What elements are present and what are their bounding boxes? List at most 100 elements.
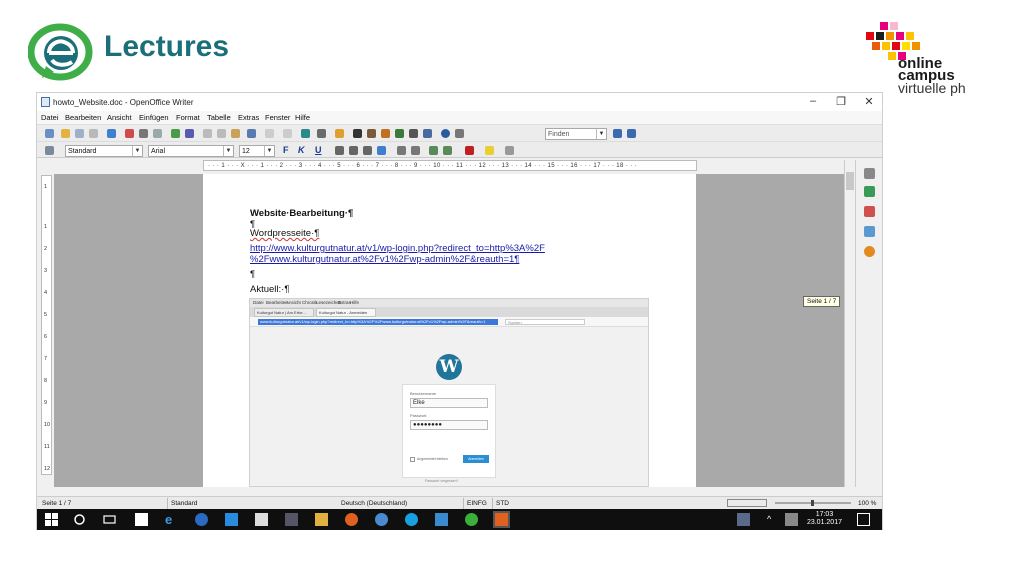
status-style[interactable]: Standard (171, 500, 197, 507)
menu-bearbeiten[interactable]: Bearbeiten (65, 113, 101, 122)
doc-link-line-1[interactable]: http://www.kulturgutnatur.at/v1/wp-login… (250, 243, 545, 254)
menu-ansicht[interactable]: Ansicht (107, 113, 132, 122)
properties-icon[interactable] (864, 186, 875, 197)
open-icon[interactable] (61, 129, 70, 138)
zoom-level[interactable]: 100 % (858, 500, 876, 507)
menu-tabelle[interactable]: Tabelle (207, 113, 231, 122)
navigator-icon[interactable] (367, 129, 376, 138)
menu-fenster[interactable]: Fenster (265, 113, 290, 122)
find-next-icon[interactable] (613, 129, 622, 138)
chevron-down-icon[interactable]: ▼ (132, 146, 142, 156)
app-icon[interactable] (285, 513, 298, 526)
redo-icon[interactable] (283, 129, 292, 138)
edge-icon[interactable]: e (165, 513, 178, 526)
clone-format-icon[interactable] (247, 129, 256, 138)
print-preview-icon[interactable] (153, 129, 162, 138)
menu-extras[interactable]: Extras (238, 113, 259, 122)
justify-icon[interactable] (377, 146, 386, 155)
underline-button[interactable]: U (315, 145, 322, 155)
background-color-icon[interactable] (505, 146, 514, 155)
save-icon[interactable] (75, 129, 84, 138)
chevron-down-icon[interactable]: ▼ (223, 146, 233, 156)
paragraph-style-select[interactable]: Standard ▼ (65, 145, 143, 157)
store-icon[interactable] (255, 513, 268, 526)
cut-icon[interactable] (203, 129, 212, 138)
windows-start-icon[interactable] (45, 513, 58, 526)
decrease-indent-icon[interactable] (429, 146, 438, 155)
print-icon[interactable] (139, 129, 148, 138)
minimize-button[interactable]: – (803, 95, 823, 107)
copy-icon[interactable] (217, 129, 226, 138)
embedded-browser-screenshot[interactable]: Datei Bearbeiten Ansicht Chronik Lesezei… (249, 298, 649, 487)
status-page[interactable]: Seite 1 / 7 (42, 500, 71, 507)
hyperlink-icon[interactable] (301, 129, 310, 138)
document-page[interactable]: Website·Bearbeitung·¶ ¶ Wordpresseite·¶ … (203, 174, 696, 487)
align-left-icon[interactable] (335, 146, 344, 155)
doc-link-line-2[interactable]: %2Fwww.kulturgutnatur.at%2Fv1%2Fwp-admin… (250, 254, 519, 265)
view-layout-icon[interactable] (727, 499, 767, 507)
font-name-select[interactable]: Arial ▼ (148, 145, 234, 157)
doc-aktuell[interactable]: Aktuell:·¶ (250, 284, 289, 295)
scrollbar-thumb[interactable] (846, 172, 854, 190)
task-view-icon[interactable] (103, 513, 116, 526)
find-replace-icon[interactable] (353, 129, 362, 138)
undo-icon[interactable] (265, 129, 274, 138)
status-selection-mode[interactable]: STD (496, 500, 509, 507)
zoom-slider[interactable] (773, 499, 853, 507)
email-icon[interactable] (89, 129, 98, 138)
numbering-icon[interactable] (397, 146, 406, 155)
network-icon[interactable] (785, 513, 798, 526)
find-input[interactable]: Finden ▼ (545, 128, 607, 140)
autospell-icon[interactable] (185, 129, 194, 138)
sidebar-menu-icon[interactable] (864, 168, 875, 179)
app-icon[interactable] (465, 513, 478, 526)
formatting-marks-icon[interactable] (409, 129, 418, 138)
menu-datei[interactable]: Datei (41, 113, 59, 122)
notification-icon[interactable] (857, 513, 870, 526)
draw-functions-icon[interactable] (335, 129, 344, 138)
vertical-scrollbar[interactable] (844, 160, 855, 487)
file-icon[interactable] (135, 513, 148, 526)
search-icon[interactable] (73, 513, 86, 526)
align-right-icon[interactable] (363, 146, 372, 155)
doc-heading[interactable]: Website·Bearbeitung·¶ (250, 208, 353, 219)
bold-button[interactable]: F (283, 145, 289, 155)
chevron-up-icon[interactable]: ^ (767, 513, 780, 526)
increase-indent-icon[interactable] (443, 146, 452, 155)
maximize-button[interactable]: ❐ (831, 95, 851, 108)
paste-icon[interactable] (231, 129, 240, 138)
chevron-down-icon[interactable]: ▼ (264, 146, 274, 156)
styles-icon[interactable] (45, 146, 54, 155)
gallery-icon[interactable] (381, 129, 390, 138)
chevron-down-icon[interactable]: ▼ (596, 129, 606, 139)
menu-format[interactable]: Format (176, 113, 200, 122)
horizontal-ruler[interactable]: · · · 1 · · · X · · · 1 · · · 2 · · · 3 … (203, 160, 697, 171)
doc-wordpress-line[interactable]: Wordpresseite·¶ (250, 228, 319, 239)
clock[interactable]: 17:03 23.01.2017 (807, 511, 842, 527)
doc-pilcrow[interactable]: ¶ (250, 269, 255, 280)
openoffice-writer-icon[interactable] (493, 511, 510, 528)
font-size-select[interactable]: 12 ▼ (239, 145, 275, 157)
firefox-icon[interactable] (345, 513, 358, 526)
new-doc-icon[interactable] (45, 129, 54, 138)
gallery-panel-icon[interactable] (864, 226, 875, 237)
data-sources-icon[interactable] (395, 129, 404, 138)
folder-icon[interactable] (315, 513, 328, 526)
styles-panel-icon[interactable] (864, 206, 875, 217)
help-icon[interactable] (441, 129, 450, 138)
spellcheck-icon[interactable] (171, 129, 180, 138)
toolbar-options-icon[interactable] (455, 129, 464, 138)
highlight-icon[interactable] (485, 146, 494, 155)
font-color-icon[interactable] (465, 146, 474, 155)
tray-icon[interactable] (737, 513, 750, 526)
align-center-icon[interactable] (349, 146, 358, 155)
table-icon[interactable] (317, 129, 326, 138)
find-previous-icon[interactable] (627, 129, 636, 138)
zoom-icon[interactable] (423, 129, 432, 138)
dropbox-icon[interactable] (225, 513, 238, 526)
skype-icon[interactable] (405, 513, 418, 526)
status-language[interactable]: Deutsch (Deutschland) (341, 500, 407, 507)
menu-hilfe[interactable]: Hilfe (295, 113, 310, 122)
edit-file-icon[interactable] (107, 129, 116, 138)
vertical-ruler[interactable]: 1 1 2 3 4 5 6 7 8 9 10 11 12 (41, 175, 52, 475)
